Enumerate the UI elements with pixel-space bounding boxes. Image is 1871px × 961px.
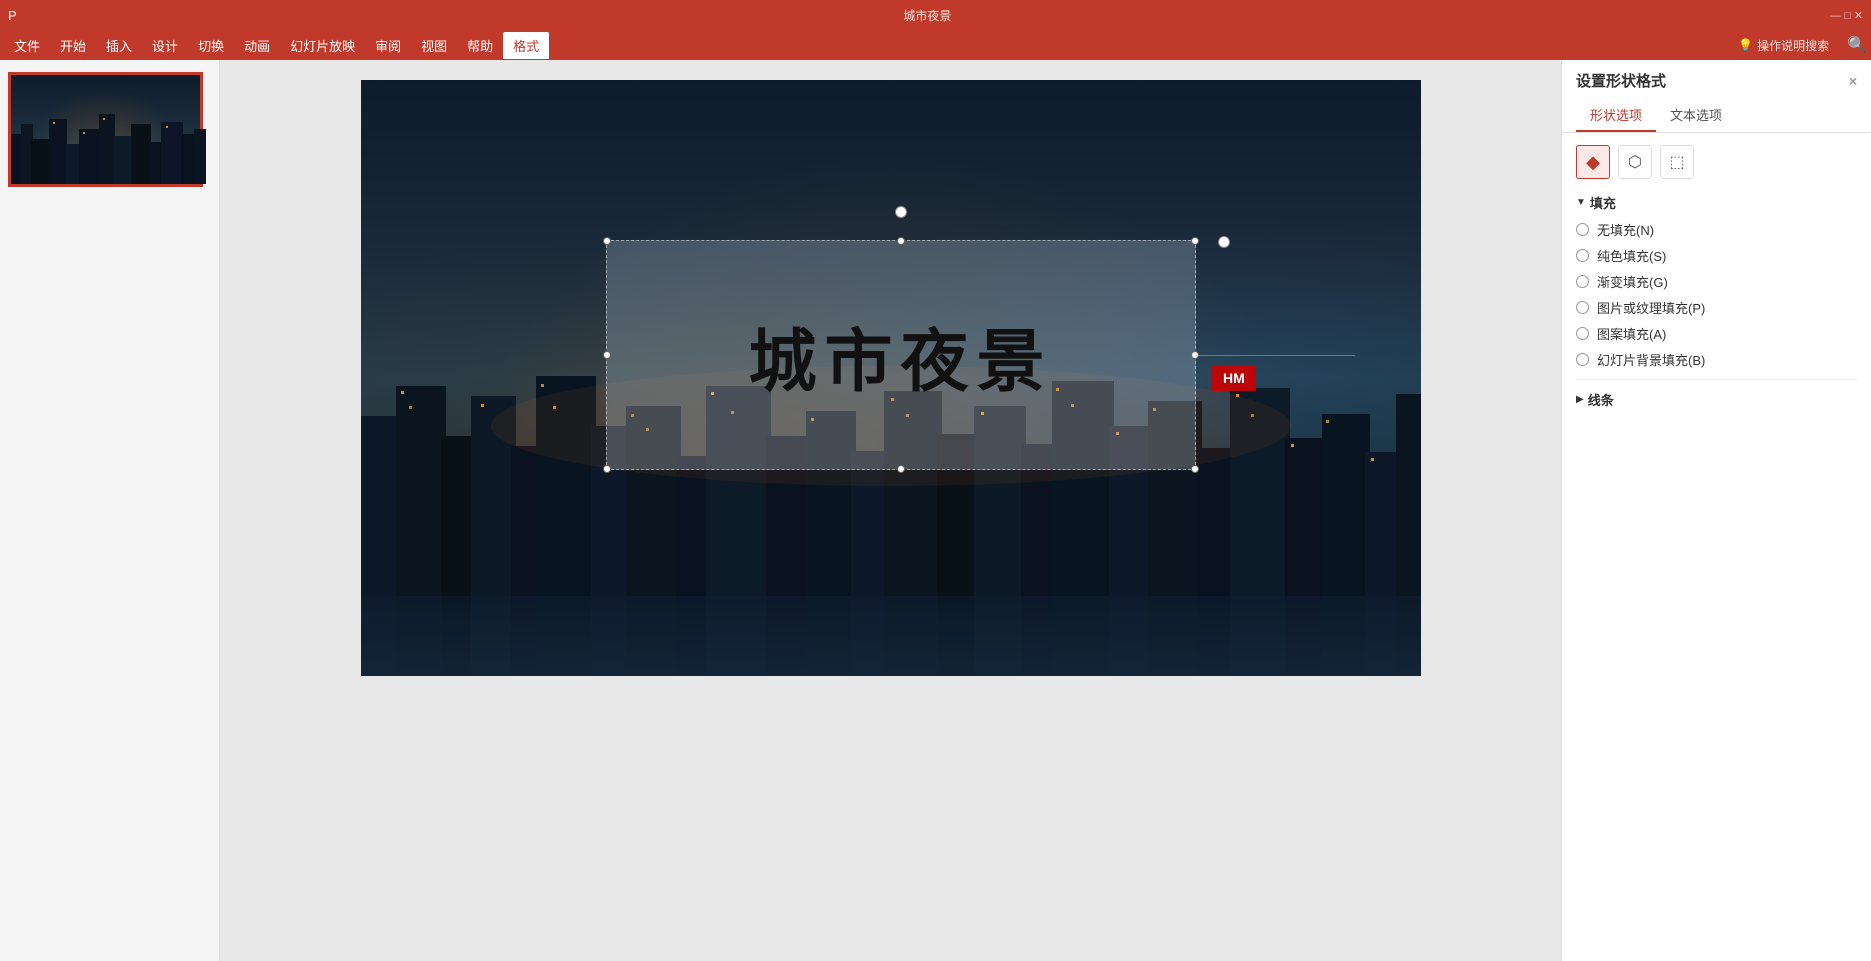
handle-top-center[interactable]	[897, 237, 905, 245]
handle-top-right[interactable]	[1191, 237, 1199, 245]
handle-middle-left[interactable]	[603, 351, 611, 359]
format-icons-row: ◆ ⬡ ⬚	[1576, 145, 1857, 179]
fill-line-icon-btn[interactable]: ◆	[1576, 145, 1610, 179]
menu-help[interactable]: 帮助	[457, 32, 503, 59]
selection-line	[1195, 355, 1355, 356]
panel-title: 设置形状格式	[1576, 70, 1666, 91]
fill-icon: ◆	[1586, 152, 1600, 173]
window-controls[interactable]: — □ ✕	[1830, 9, 1863, 22]
canvas-area: HM 城市夜景	[220, 60, 1561, 961]
menu-insert[interactable]: 插入	[96, 32, 142, 59]
panel-close-button[interactable]: ×	[1849, 73, 1857, 89]
title-bar: P 城市夜景 — □ ✕	[0, 0, 1871, 30]
tab-text-options[interactable]: 文本选项	[1656, 99, 1736, 132]
line-arrow-icon: ▶	[1576, 394, 1584, 405]
fill-arrow-icon: ▼	[1576, 197, 1586, 208]
line-section-title: 线条	[1588, 390, 1614, 409]
menu-animations[interactable]: 动画	[234, 32, 280, 59]
fill-section-header[interactable]: ▼ 填充	[1576, 193, 1857, 212]
radio-slide-bg[interactable]	[1576, 353, 1589, 366]
size-icon: ⬚	[1669, 152, 1684, 172]
handle-top-left[interactable]	[603, 237, 611, 245]
search-area: 💡 操作说明搜索	[1738, 37, 1829, 54]
radio-none[interactable]	[1576, 223, 1589, 236]
fill-gradient-label: 渐变填充(G)	[1597, 272, 1668, 291]
handle-bottom-left[interactable]	[603, 465, 611, 473]
fill-options: 无填充(N) 纯色填充(S) 渐变填充(G) 图片或纹理填充(P) 图案填充(A…	[1576, 220, 1857, 369]
svg-text:HM: HM	[1223, 370, 1245, 386]
section-divider	[1576, 379, 1857, 380]
radio-solid[interactable]	[1576, 249, 1589, 262]
panel-tabs: 形状选项 文本选项	[1576, 99, 1857, 132]
fill-option-gradient[interactable]: 渐变填充(G)	[1576, 272, 1857, 291]
right-panel-body: ◆ ⬡ ⬚ ▼ 填充 无填充(N)	[1562, 133, 1871, 961]
fill-option-pattern[interactable]: 图案填充(A)	[1576, 324, 1857, 343]
menu-format[interactable]: 格式	[503, 32, 549, 59]
slide-thumbnail[interactable]: 城市夜景	[8, 72, 203, 187]
tab-shape-options[interactable]: 形状选项	[1576, 99, 1656, 132]
line-section-header[interactable]: ▶ 线条	[1576, 390, 1857, 409]
fill-option-solid[interactable]: 纯色填充(S)	[1576, 246, 1857, 265]
fill-none-label: 无填充(N)	[1597, 220, 1654, 239]
rotate-handle-top[interactable]	[895, 206, 907, 218]
menu-view[interactable]: 视图	[411, 32, 457, 59]
effects-icon: ⬡	[1628, 152, 1642, 172]
menu-bar: 文件 开始 插入 设计 切换 动画 幻灯片放映 审阅 视图 帮助 格式 💡 操作…	[0, 30, 1871, 60]
water-reflection	[361, 596, 1421, 676]
menu-design[interactable]: 设计	[142, 32, 188, 59]
fill-option-none[interactable]: 无填充(N)	[1576, 220, 1857, 239]
slide-canvas[interactable]: HM 城市夜景	[361, 80, 1421, 676]
slide-main-title: 城市夜景	[748, 306, 1052, 405]
effects-icon-btn[interactable]: ⬡	[1618, 145, 1652, 179]
fill-section-title: 填充	[1590, 193, 1616, 212]
fill-option-slide-bg[interactable]: 幻灯片背景填充(B)	[1576, 350, 1857, 369]
right-panel: 设置形状格式 × 形状选项 文本选项 ◆ ⬡ ⬚	[1561, 60, 1871, 961]
radio-gradient[interactable]	[1576, 275, 1589, 288]
text-box-selected[interactable]: 城市夜景	[606, 240, 1196, 470]
fill-option-picture[interactable]: 图片或纹理填充(P)	[1576, 298, 1857, 317]
right-panel-header: 设置形状格式 × 形状选项 文本选项	[1562, 60, 1871, 133]
handle-bottom-center[interactable]	[897, 465, 905, 473]
fill-pattern-label: 图案填充(A)	[1597, 324, 1666, 343]
radio-picture[interactable]	[1576, 301, 1589, 314]
menu-slideshow[interactable]: 幻灯片放映	[280, 32, 365, 59]
main-layout: 1	[0, 60, 1871, 961]
radio-pattern[interactable]	[1576, 327, 1589, 340]
slide-panel: 1	[0, 60, 220, 961]
ribbon: P 城市夜景 — □ ✕ 文件 开始 插入 设计 切换 动画 幻灯片放映 审阅 …	[0, 0, 1871, 60]
menu-review[interactable]: 审阅	[365, 32, 411, 59]
handle-bottom-right[interactable]	[1191, 465, 1199, 473]
search-button[interactable]: 🔍	[1847, 35, 1867, 55]
search-icon: 💡	[1738, 38, 1753, 52]
fill-solid-label: 纯色填充(S)	[1597, 246, 1666, 265]
menu-file[interactable]: 文件	[4, 32, 50, 59]
menu-transitions[interactable]: 切换	[188, 32, 234, 59]
app-logo: P	[8, 8, 17, 23]
search-label[interactable]: 操作说明搜索	[1757, 37, 1829, 54]
file-name: 城市夜景	[25, 7, 1830, 24]
fill-picture-label: 图片或纹理填充(P)	[1597, 298, 1705, 317]
rotate-handle-right[interactable]	[1218, 236, 1230, 248]
size-icon-btn[interactable]: ⬚	[1660, 145, 1694, 179]
right-panel-title-bar: 设置形状格式 ×	[1576, 70, 1857, 91]
fill-slide-bg-label: 幻灯片背景填充(B)	[1597, 350, 1705, 369]
menu-home[interactable]: 开始	[50, 32, 96, 59]
